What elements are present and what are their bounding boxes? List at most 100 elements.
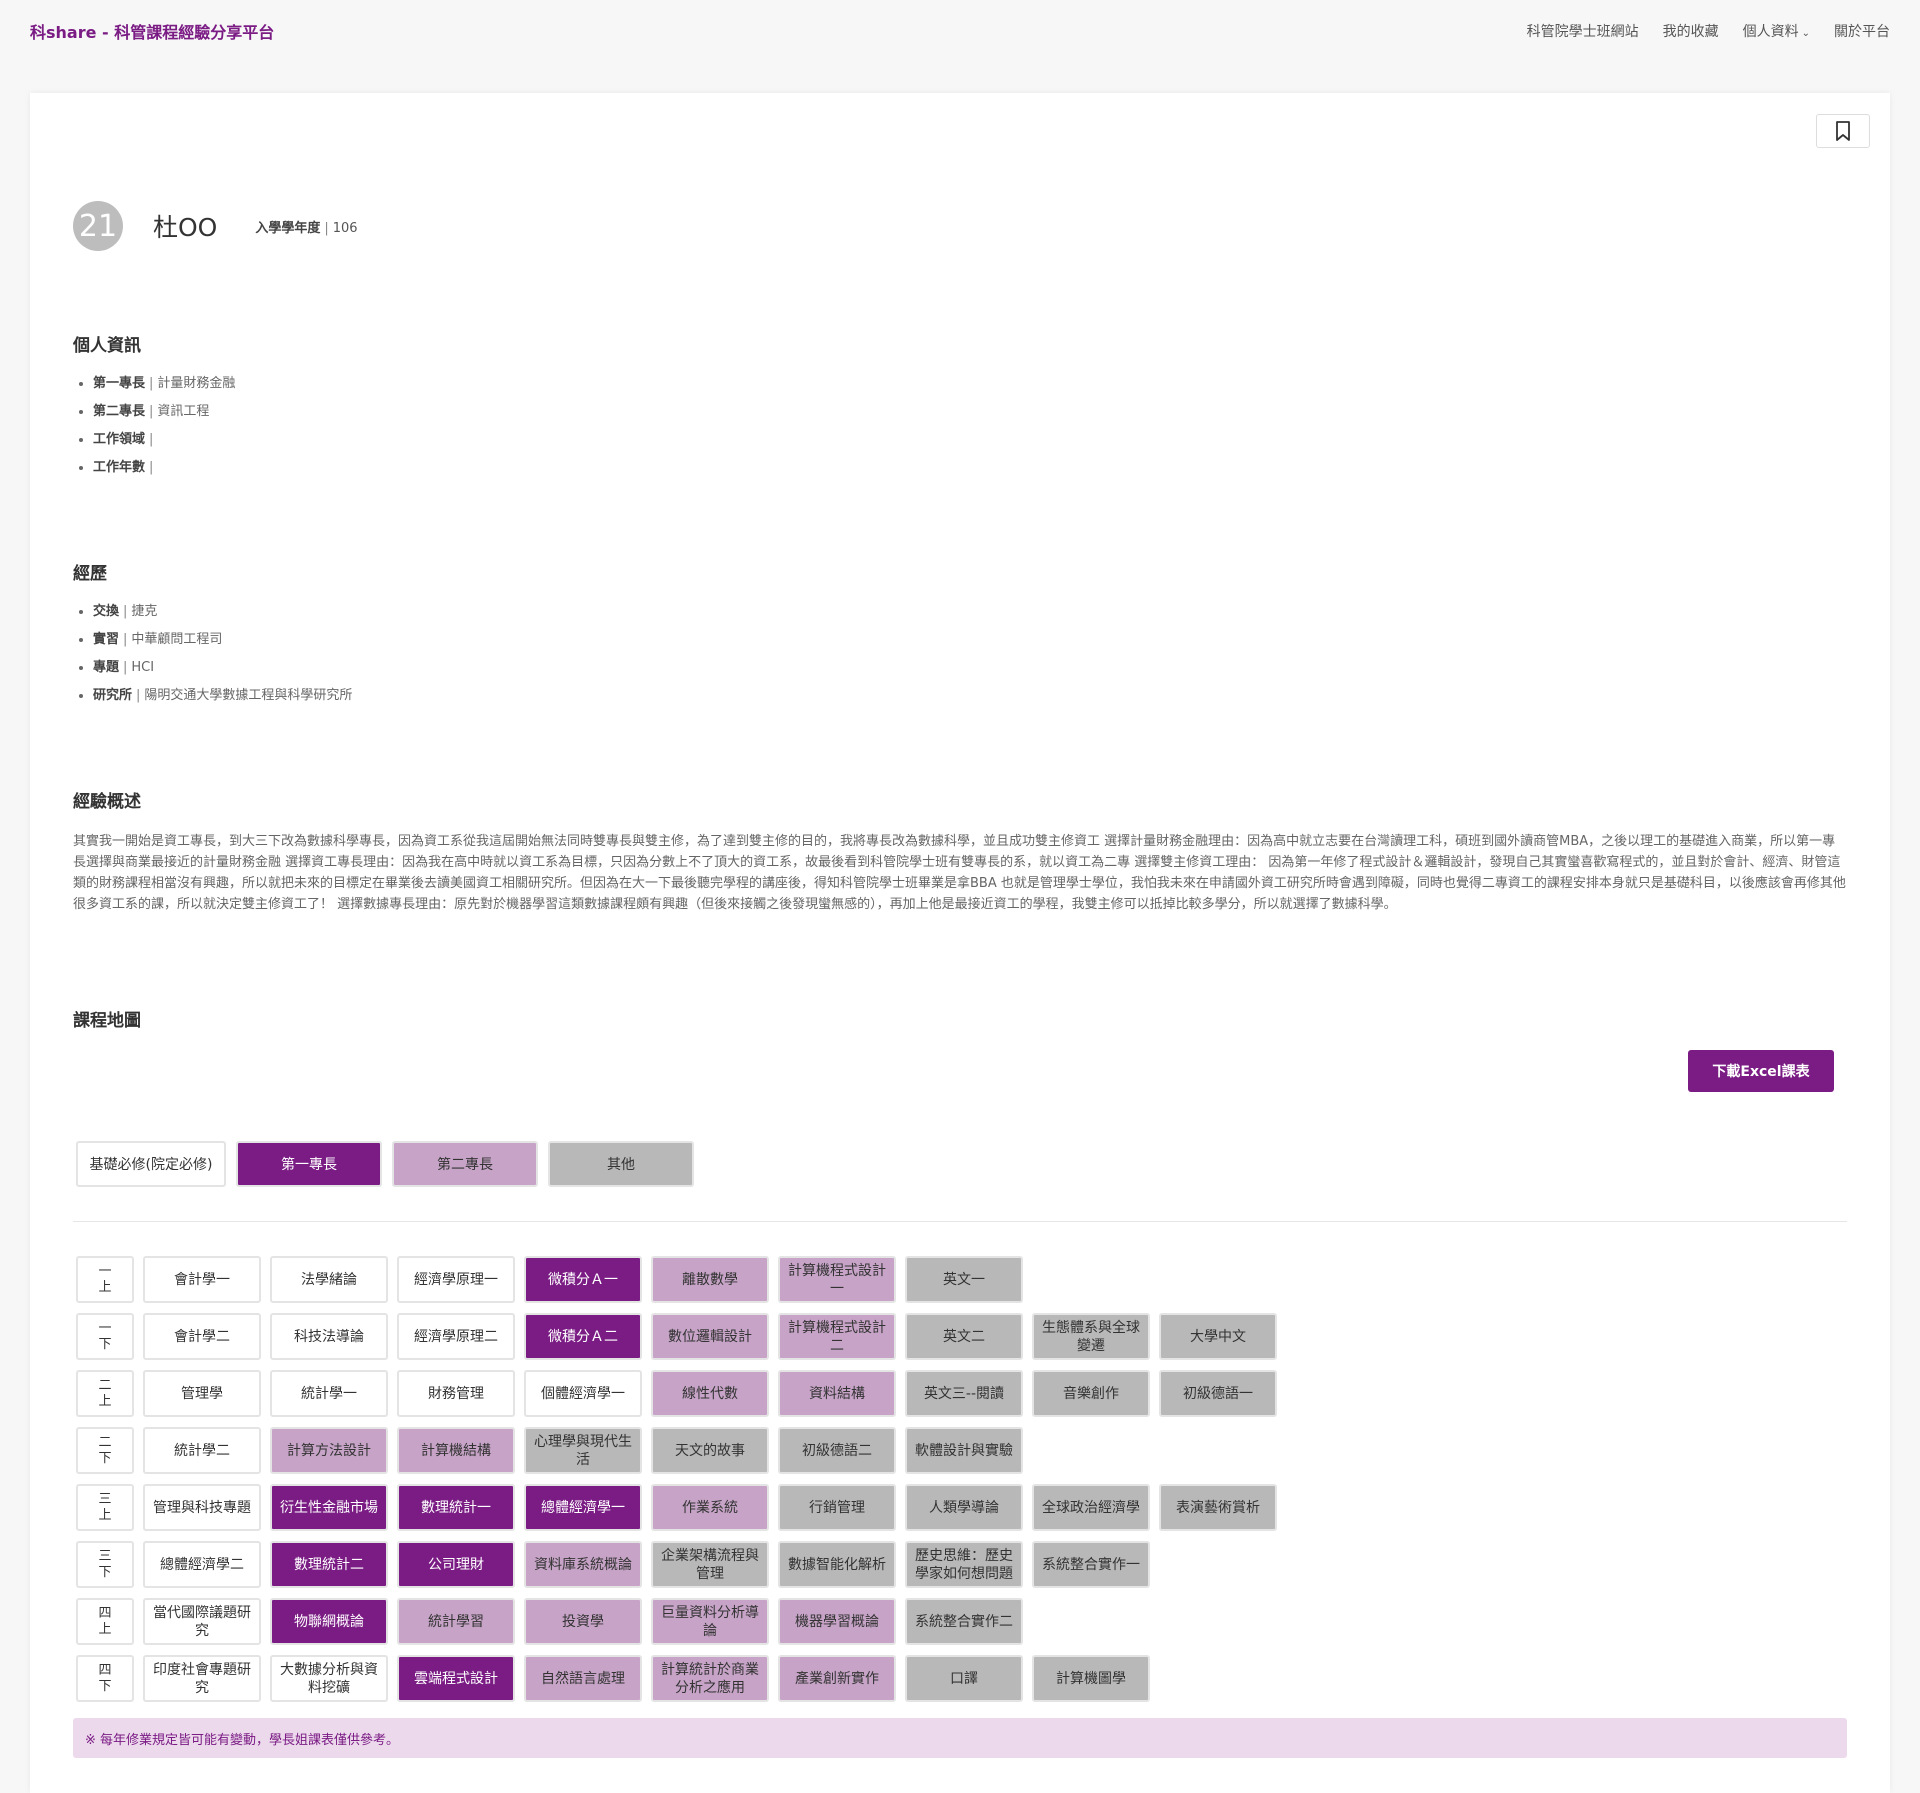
course-cell[interactable]: 機器學習概論 xyxy=(778,1598,896,1645)
semester-row: 一上會計學一 法學緒論 經濟學原理一 微積分Ａ一 離散數學 計算機程式設計一 英文一 xyxy=(76,1256,1286,1313)
item-value: 捷克 xyxy=(131,604,158,619)
semester-label: 一下 xyxy=(76,1313,134,1360)
course-cell[interactable]: 數據智能化解析 xyxy=(778,1541,896,1588)
list-item: 第二專長|資訊工程 xyxy=(93,398,235,426)
separator: | xyxy=(123,632,128,647)
course-cell[interactable]: 統計學二 xyxy=(143,1427,261,1474)
semester-row: 一下會計學二 科技法導論 經濟學原理二 微積分Ａ二 數位邏輯設計 計算機程式設計二 英文二生… xyxy=(76,1313,1286,1370)
course-cell[interactable]: 會計學二 xyxy=(143,1313,261,1360)
course-cell[interactable]: 科技法導論 xyxy=(270,1313,388,1360)
course-cell[interactable]: 公司理財 xyxy=(397,1541,515,1588)
legend-second-major: 第二專長 xyxy=(392,1141,538,1187)
course-cell[interactable]: 表演藝術賞析 xyxy=(1159,1484,1277,1531)
personal-info-title: 個人資訊 xyxy=(73,336,141,356)
item-label: 專題 xyxy=(93,660,120,675)
semester-row: 二下統計學二 計算方法設計 計算機結構 心理學與現代生活 天文的故事 初級德語二 軟體設計與… xyxy=(76,1427,1286,1484)
top-navbar: 科share - 科管課程經驗分享平台 科管院學士班網站 我的收藏 個人資料 ⌄ … xyxy=(0,0,1920,62)
course-cell[interactable]: 作業系統 xyxy=(651,1484,769,1531)
course-cell[interactable]: 微積分Ａ一 xyxy=(524,1256,642,1303)
enroll-year-label: 入學學年度 xyxy=(255,220,321,236)
item-label: 第一專長 xyxy=(93,376,146,391)
course-cell[interactable]: 經濟學原理二 xyxy=(397,1313,515,1360)
course-cell[interactable]: 全球政治經濟學 xyxy=(1032,1484,1150,1531)
course-cell[interactable]: 資料庫系統概論 xyxy=(524,1541,642,1588)
course-cell[interactable]: 數位邏輯設計 xyxy=(651,1313,769,1360)
course-cell[interactable]: 離散數學 xyxy=(651,1256,769,1303)
course-cell[interactable]: 計算方法設計 xyxy=(270,1427,388,1474)
legend-first-major: 第一專長 xyxy=(236,1141,382,1187)
semester-term: 上 xyxy=(98,1621,112,1637)
item-value: HCI xyxy=(131,660,155,675)
brand-title[interactable]: 科share - 科管課程經驗分享平台 xyxy=(30,19,274,43)
course-cell[interactable]: 心理學與現代生活 xyxy=(524,1427,642,1474)
course-cell[interactable]: 統計學一 xyxy=(270,1370,388,1417)
course-cell[interactable]: 大數據分析與資料挖礦 xyxy=(270,1655,388,1702)
course-cell[interactable]: 管理與科技專題 xyxy=(143,1484,261,1531)
course-map-title: 課程地圖 xyxy=(73,1011,141,1031)
course-cell[interactable]: 會計學一 xyxy=(143,1256,261,1303)
course-cell[interactable]: 法學緒論 xyxy=(270,1256,388,1303)
course-cell[interactable]: 計算機圖學 xyxy=(1032,1655,1150,1702)
separator: | xyxy=(149,432,154,447)
course-cell[interactable]: 計算機程式設計一 xyxy=(778,1256,896,1303)
course-cell[interactable]: 英文一 xyxy=(905,1256,1023,1303)
course-cell[interactable]: 系統整合實作一 xyxy=(1032,1541,1150,1588)
course-cell[interactable]: 投資學 xyxy=(524,1598,642,1645)
course-cell[interactable]: 大學中文 xyxy=(1159,1313,1277,1360)
course-cell[interactable]: 管理學 xyxy=(143,1370,261,1417)
legend-other: 其他 xyxy=(548,1141,694,1187)
course-cell[interactable]: 人類學導論 xyxy=(905,1484,1023,1531)
nav-link-profile-dropdown[interactable]: 個人資料 ⌄ xyxy=(1743,21,1810,41)
course-cell[interactable]: 企業架構流程與管理 xyxy=(651,1541,769,1588)
list-item: 實習|中華顧問工程司 xyxy=(93,626,352,654)
course-cell[interactable]: 產業創新實作 xyxy=(778,1655,896,1702)
course-cell[interactable]: 巨量資料分析導論 xyxy=(651,1598,769,1645)
semester-row: 二上管理學 統計學一 財務管理 個體經濟學一 線性代數 資料結構 英文三--閱讀 音樂創作 初級… xyxy=(76,1370,1286,1427)
course-cell[interactable]: 音樂創作 xyxy=(1032,1370,1150,1417)
course-cell[interactable]: 英文二 xyxy=(905,1313,1023,1360)
course-cell[interactable]: 經濟學原理一 xyxy=(397,1256,515,1303)
course-cell[interactable]: 英文三--閱讀 xyxy=(905,1370,1023,1417)
course-cell[interactable]: 初級德語二 xyxy=(778,1427,896,1474)
course-cell[interactable]: 軟體設計與實驗 xyxy=(905,1427,1023,1474)
profile-header: 21 杜OO 入學學年度 | 106 xyxy=(73,201,358,251)
item-label: 第二專長 xyxy=(93,404,146,419)
semester-year: 一 xyxy=(98,1320,112,1336)
course-cell[interactable]: 雲端程式設計 xyxy=(397,1655,515,1702)
course-cell[interactable]: 物聯網概論 xyxy=(270,1598,388,1645)
course-cell[interactable]: 衍生性金融市場 xyxy=(270,1484,388,1531)
course-cell[interactable]: 計算機程式設計二 xyxy=(778,1313,896,1360)
course-cell[interactable]: 總體經濟學一 xyxy=(524,1484,642,1531)
course-cell[interactable]: 系統整合實作二 xyxy=(905,1598,1023,1645)
course-cell[interactable]: 財務管理 xyxy=(397,1370,515,1417)
course-cell[interactable]: 數理統計二 xyxy=(270,1541,388,1588)
course-cell[interactable]: 個體經濟學一 xyxy=(524,1370,642,1417)
semester-year: 一 xyxy=(98,1263,112,1279)
bookmark-button[interactable] xyxy=(1816,114,1870,148)
course-cell[interactable]: 當代國際議題研究 xyxy=(143,1598,261,1645)
nav-link-about[interactable]: 關於平台 xyxy=(1834,21,1890,41)
course-cell[interactable]: 線性代數 xyxy=(651,1370,769,1417)
course-cell[interactable]: 數理統計一 xyxy=(397,1484,515,1531)
course-cell[interactable]: 統計學習 xyxy=(397,1598,515,1645)
course-cell[interactable]: 歷史思維：歷史學家如何想問題 xyxy=(905,1541,1023,1588)
course-cell[interactable]: 總體經濟學二 xyxy=(143,1541,261,1588)
download-excel-button[interactable]: 下載Excel課表 xyxy=(1688,1050,1834,1092)
semester-term: 下 xyxy=(98,1564,112,1580)
nav-link-website[interactable]: 科管院學士班網站 xyxy=(1527,21,1639,41)
course-cell[interactable]: 計算統計於商業分析之應用 xyxy=(651,1655,769,1702)
course-cell[interactable]: 印度社會專題研究 xyxy=(143,1655,261,1702)
course-cell[interactable]: 生態體系與全球變遷 xyxy=(1032,1313,1150,1360)
course-cell[interactable]: 計算機結構 xyxy=(397,1427,515,1474)
experience-list: 交換|捷克 實習|中華顧問工程司 專題|HCI 研究所|陽明交通大學數據工程與科… xyxy=(93,598,352,710)
course-cell[interactable]: 微積分Ａ二 xyxy=(524,1313,642,1360)
course-cell[interactable]: 口譯 xyxy=(905,1655,1023,1702)
nav-link-favorites[interactable]: 我的收藏 xyxy=(1663,21,1719,41)
course-cell[interactable]: 初級德語一 xyxy=(1159,1370,1277,1417)
separator: | xyxy=(123,660,128,675)
course-cell[interactable]: 行銷管理 xyxy=(778,1484,896,1531)
course-cell[interactable]: 資料結構 xyxy=(778,1370,896,1417)
course-cell[interactable]: 自然語言處理 xyxy=(524,1655,642,1702)
course-cell[interactable]: 天文的故事 xyxy=(651,1427,769,1474)
separator: | xyxy=(149,376,154,391)
